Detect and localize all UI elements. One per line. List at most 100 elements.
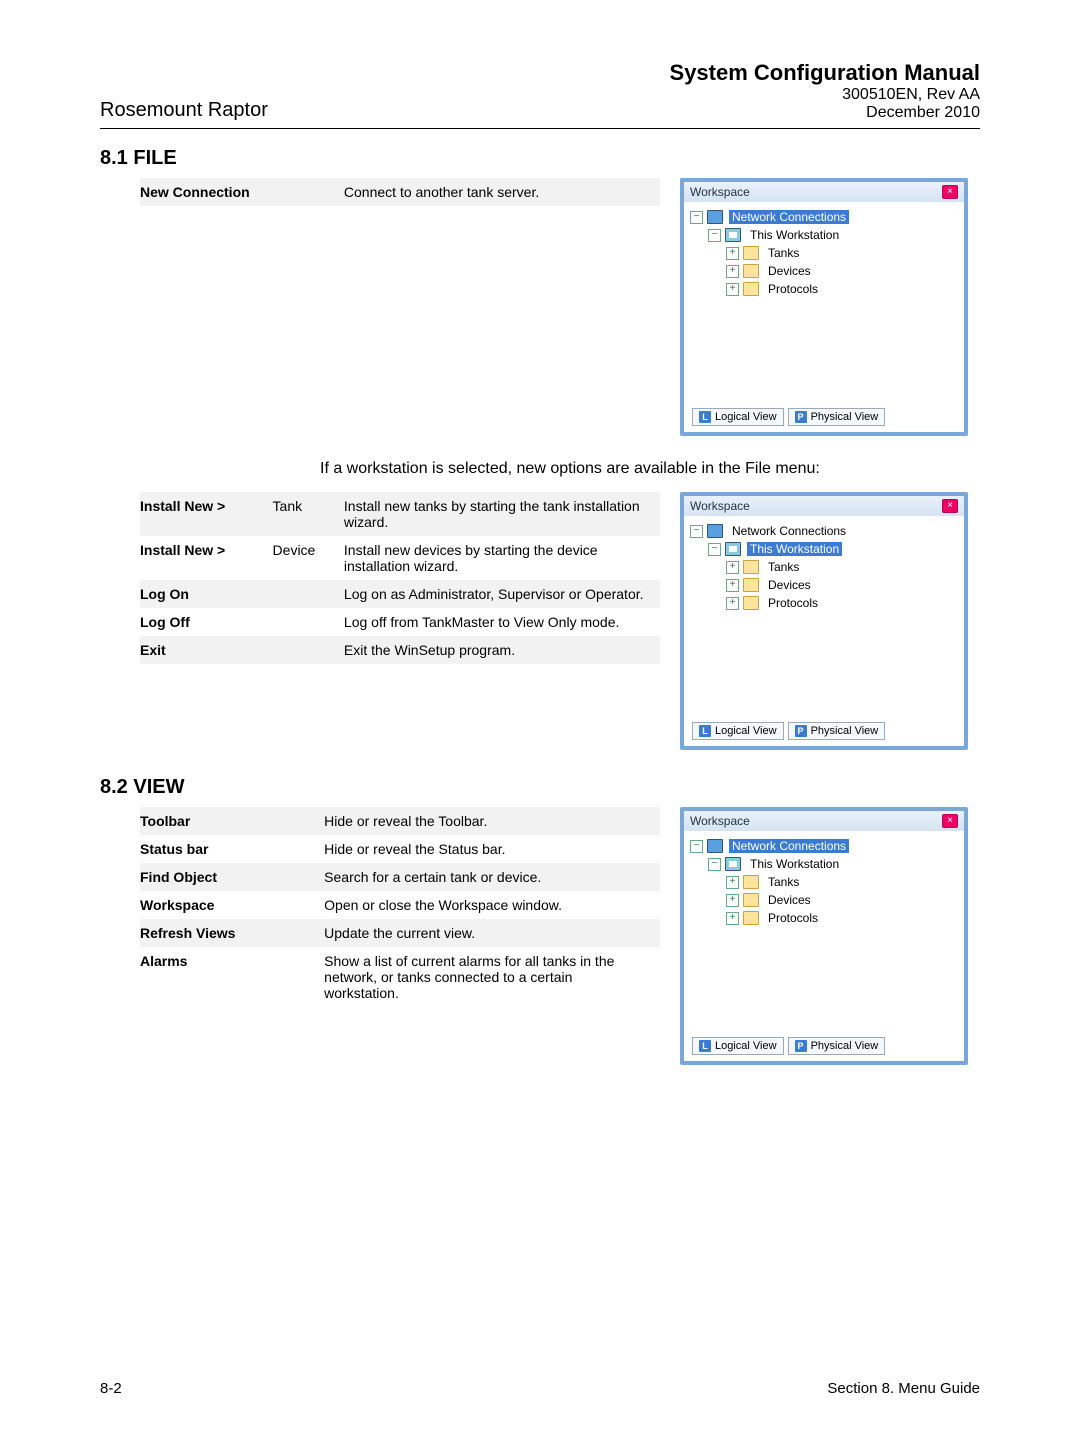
tree-node-workstation[interactable]: − This Workstation [690, 855, 958, 873]
desc: Open or close the Workspace window. [324, 891, 660, 919]
expand-icon[interactable]: + [726, 579, 739, 592]
file-table-1: New Connection Connect to another tank s… [140, 178, 660, 206]
tab-label: Physical View [811, 411, 879, 423]
tab-logical-view[interactable]: L Logical View [692, 722, 784, 740]
collapse-icon[interactable]: − [690, 211, 703, 224]
workspace-titlebar: Workspace × [684, 496, 964, 516]
tree-node-root[interactable]: − Network Connections [690, 837, 958, 855]
tree-node-leaf[interactable]: + Devices [690, 262, 958, 280]
folder-icon [743, 596, 759, 610]
tab-physical-view[interactable]: P Physical View [788, 408, 886, 426]
collapse-icon[interactable]: − [690, 525, 703, 538]
folder-icon [743, 246, 759, 260]
collapse-icon[interactable]: − [708, 229, 721, 242]
workstation-icon [725, 857, 741, 871]
collapse-icon[interactable]: − [690, 840, 703, 853]
tab-logical-view[interactable]: L Logical View [692, 408, 784, 426]
close-icon[interactable]: × [942, 499, 958, 513]
tree-node-root[interactable]: − Network Connections [690, 522, 958, 540]
tree-label: Tanks [765, 560, 802, 574]
tree-label: Tanks [765, 875, 802, 889]
desc: Install new devices by starting the devi… [344, 536, 660, 580]
tree-node-leaf[interactable]: + Devices [690, 891, 958, 909]
term: Log Off [140, 608, 273, 636]
tab-label: Physical View [811, 1040, 879, 1052]
tree-node-workstation[interactable]: − This Workstation [690, 540, 958, 558]
badge-p-icon: P [795, 1040, 807, 1052]
workspace-title: Workspace [690, 185, 750, 199]
tab-physical-view[interactable]: P Physical View [788, 722, 886, 740]
tree-label: This Workstation [747, 542, 842, 556]
tree-node-workstation[interactable]: − This Workstation [690, 226, 958, 244]
close-icon[interactable]: × [942, 185, 958, 199]
workspace-window: Workspace × − Network Connections − This… [680, 492, 968, 750]
file-midtext: If a workstation is selected, new option… [320, 460, 980, 478]
expand-icon[interactable]: + [726, 894, 739, 907]
workspace-title: Workspace [690, 814, 750, 828]
expand-icon[interactable]: + [726, 912, 739, 925]
tab-logical-view[interactable]: L Logical View [692, 1037, 784, 1055]
badge-l-icon: L [699, 725, 711, 737]
product-name: Rosemount Raptor [100, 99, 268, 122]
term: Workspace [140, 891, 324, 919]
expand-icon[interactable]: + [726, 283, 739, 296]
subterm [273, 636, 344, 664]
table-row: Exit Exit the WinSetup program. [140, 636, 660, 664]
table-row: Log On Log on as Administrator, Supervis… [140, 580, 660, 608]
tree-label: Protocols [765, 911, 821, 925]
doc-rev: 300510EN, Rev AA [670, 86, 980, 104]
tab-label: Logical View [715, 725, 777, 737]
file-table-2: Install New > Tank Install new tanks by … [140, 492, 660, 664]
section-label: Section 8. Menu Guide [827, 1380, 980, 1397]
table-row: Toolbar Hide or reveal the Toolbar. [140, 807, 660, 835]
tree-node-leaf[interactable]: + Tanks [690, 558, 958, 576]
tree-label: Network Connections [729, 839, 849, 853]
tree-view[interactable]: − Network Connections − This Workstation… [684, 831, 964, 1033]
tree-node-root[interactable]: − Network Connections [690, 208, 958, 226]
network-icon [707, 839, 723, 853]
tree-label: Network Connections [729, 524, 849, 538]
close-icon[interactable]: × [942, 814, 958, 828]
subterm: Device [273, 536, 344, 580]
term: Install New > [140, 492, 273, 536]
desc: Search for a certain tank or device. [324, 863, 660, 891]
tree-label: Protocols [765, 596, 821, 610]
expand-icon[interactable]: + [726, 876, 739, 889]
tab-physical-view[interactable]: P Physical View [788, 1037, 886, 1055]
folder-icon [743, 578, 759, 592]
subterm [273, 178, 344, 206]
tab-label: Logical View [715, 411, 777, 423]
collapse-icon[interactable]: − [708, 543, 721, 556]
folder-icon [743, 282, 759, 296]
collapse-icon[interactable]: − [708, 858, 721, 871]
tree-label: Tanks [765, 246, 802, 260]
tree-node-leaf[interactable]: + Tanks [690, 244, 958, 262]
folder-icon [743, 560, 759, 574]
term: Refresh Views [140, 919, 324, 947]
term: Alarms [140, 947, 324, 1007]
table-row: Log Off Log off from TankMaster to View … [140, 608, 660, 636]
term: Install New > [140, 536, 273, 580]
table-row: Install New > Device Install new devices… [140, 536, 660, 580]
term: New Connection [140, 178, 273, 206]
workspace-tabs: L Logical View P Physical View [684, 718, 964, 746]
expand-icon[interactable]: + [726, 597, 739, 610]
desc: Hide or reveal the Toolbar. [324, 807, 660, 835]
tree-view[interactable]: − Network Connections − This Workstation… [684, 202, 964, 404]
tree-label: Devices [765, 893, 814, 907]
expand-icon[interactable]: + [726, 561, 739, 574]
doc-date: December 2010 [670, 104, 980, 122]
table-row: Install New > Tank Install new tanks by … [140, 492, 660, 536]
folder-icon [743, 875, 759, 889]
expand-icon[interactable]: + [726, 247, 739, 260]
tree-node-leaf[interactable]: + Tanks [690, 873, 958, 891]
tree-node-leaf[interactable]: + Protocols [690, 909, 958, 927]
tree-view[interactable]: − Network Connections − This Workstation… [684, 516, 964, 718]
expand-icon[interactable]: + [726, 265, 739, 278]
tree-node-leaf[interactable]: + Protocols [690, 280, 958, 298]
desc: Connect to another tank server. [344, 178, 660, 206]
tree-node-leaf[interactable]: + Devices [690, 576, 958, 594]
tree-node-leaf[interactable]: + Protocols [690, 594, 958, 612]
subterm [273, 580, 344, 608]
tree-label: Protocols [765, 282, 821, 296]
